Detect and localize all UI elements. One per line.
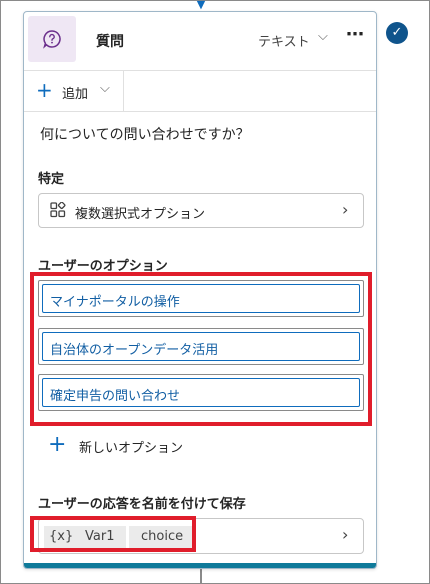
identify-value: 複数選択式オプション xyxy=(75,207,206,222)
save-response-section-label: ユーザーの応答を名前を付けて保存 xyxy=(38,497,246,512)
multiple-choice-grid-icon xyxy=(50,201,66,222)
highlight-variable-box xyxy=(30,516,196,552)
add-new-option-button[interactable]: + 新しいオプション xyxy=(48,433,248,459)
chevron-right-icon: › xyxy=(342,525,349,544)
identify-section-label: 特定 xyxy=(38,172,65,187)
new-option-label: 新しいオプション xyxy=(79,441,184,456)
card-bottom-bar xyxy=(24,563,376,568)
more-options-button[interactable]: ⋯ xyxy=(342,26,368,48)
node-header: 質問 テキスト ⌵ ⋯ xyxy=(24,12,376,70)
add-label: 追加 xyxy=(62,87,89,102)
node-type-dropdown[interactable]: テキスト xyxy=(258,31,310,50)
add-toolbar: + 追加 ⌵ xyxy=(24,70,376,112)
chevron-down-icon[interactable]: ⌵ xyxy=(318,29,328,44)
question-bubble-icon xyxy=(28,16,76,62)
plus-icon: + xyxy=(48,432,67,457)
identify-selector[interactable]: 複数選択式オプション › xyxy=(38,193,364,228)
bottom-connector-line xyxy=(200,568,202,584)
question-message[interactable]: 何についての問い合わせですか？ xyxy=(40,124,250,144)
checkmark-circle-icon: ✓ xyxy=(386,22,408,44)
node-title: 質問 xyxy=(96,34,124,50)
plus-icon: + xyxy=(36,78,53,102)
chevron-down-icon: ⌵ xyxy=(100,81,110,96)
highlight-options-box xyxy=(30,272,372,426)
chevron-right-icon: › xyxy=(342,200,349,219)
add-button[interactable]: + 追加 ⌵ xyxy=(24,71,124,112)
connector-arrow-icon: ▼ xyxy=(196,0,206,11)
